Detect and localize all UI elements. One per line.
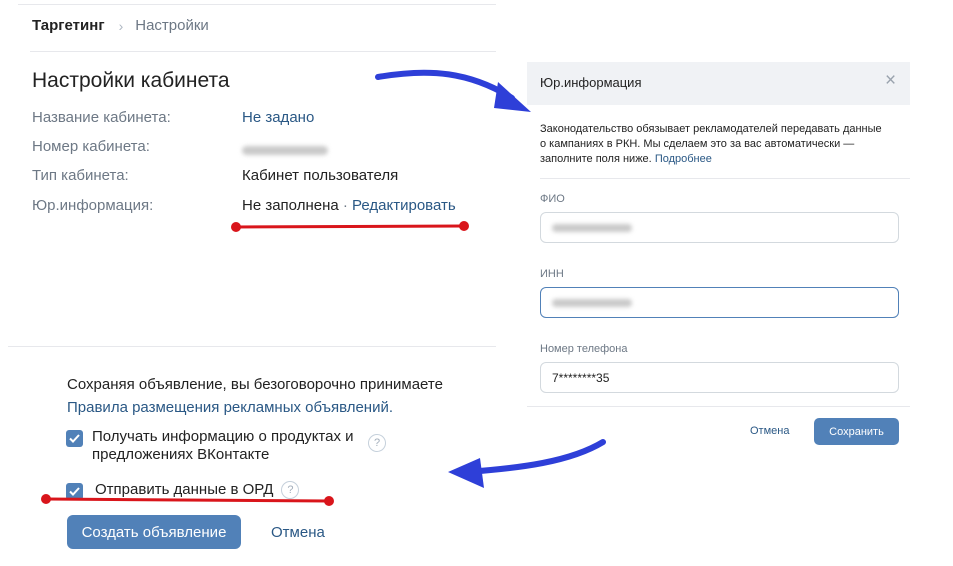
red-underline-legal-info — [231, 221, 469, 232]
blue-arrow-to-modal — [375, 69, 531, 112]
annotation-overlay — [41, 69, 606, 506]
blue-arrow-to-checkbox — [448, 439, 606, 488]
red-underline-ord — [41, 494, 334, 506]
